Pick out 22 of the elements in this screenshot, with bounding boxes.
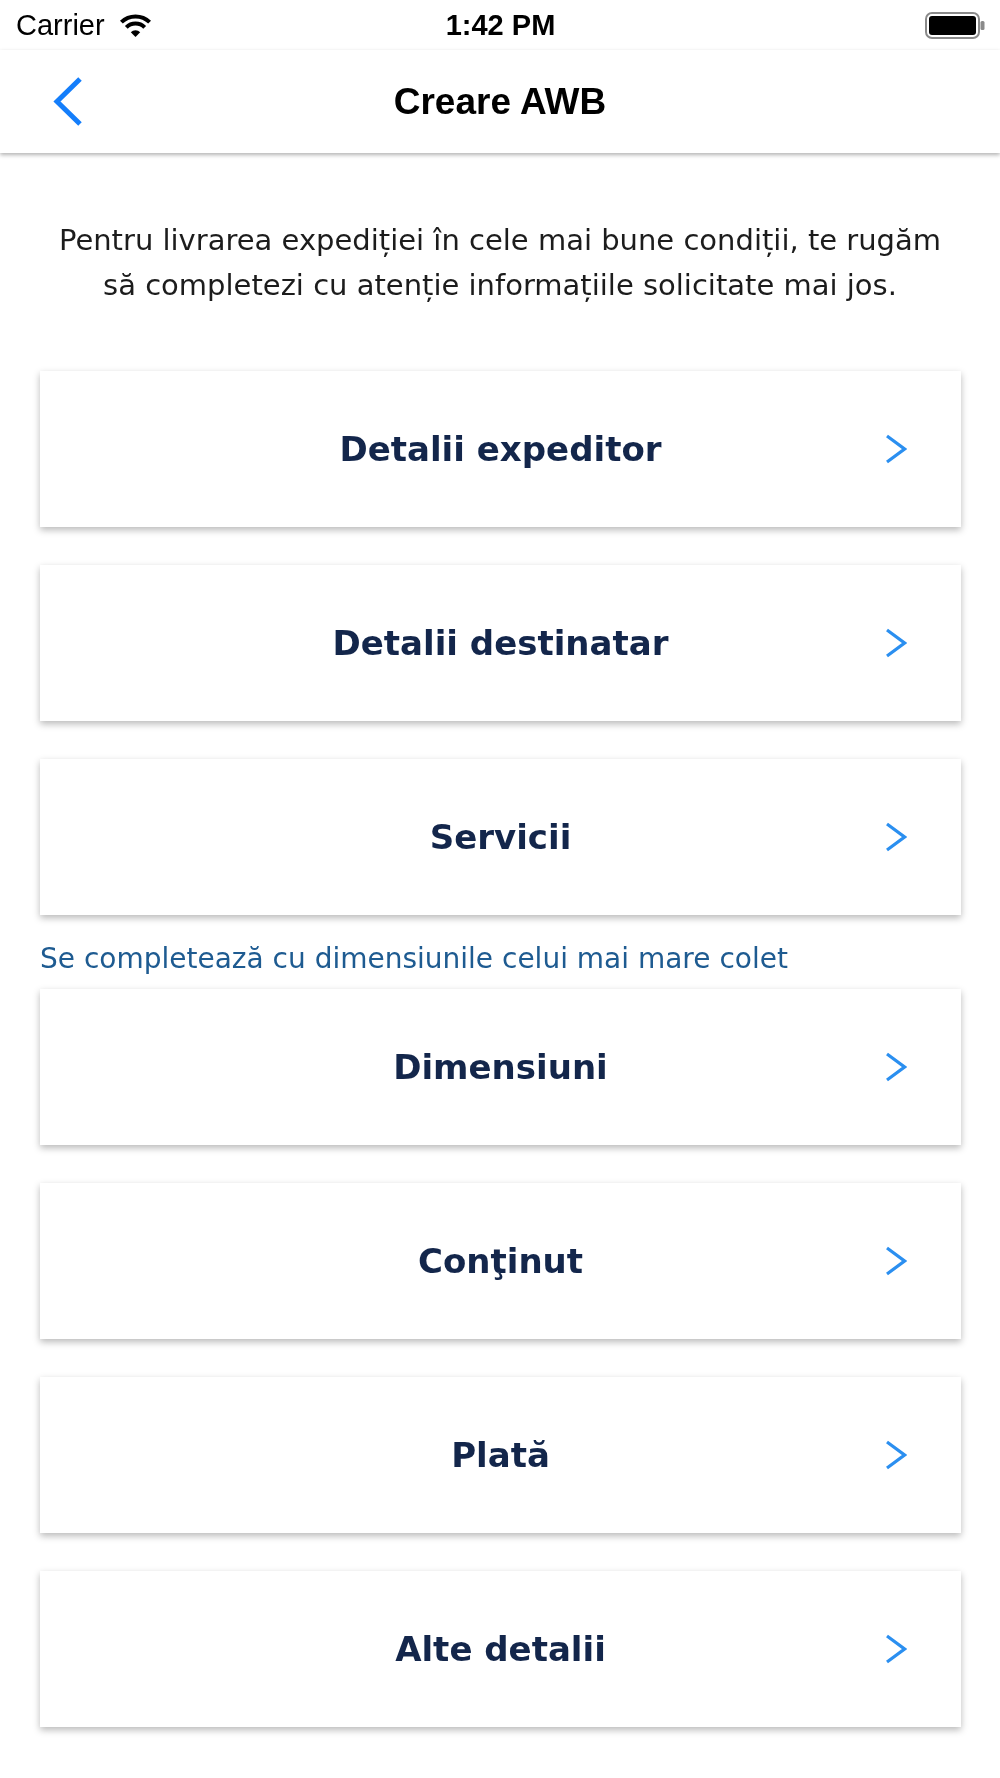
chevron-icon xyxy=(885,822,907,852)
hint-text: Se completează cu dimensiunile celui mai mare colet xyxy=(40,941,789,977)
chevron-icon xyxy=(885,434,907,464)
section-card[interactable]: Conţinut xyxy=(40,1183,961,1339)
section-card[interactable]: Alte detalii xyxy=(40,1571,961,1727)
chevron-icon xyxy=(885,1246,907,1276)
section-card[interactable]: Plată xyxy=(40,1377,961,1533)
chevron-icon xyxy=(885,628,907,658)
section-card[interactable]: Detalii expeditor xyxy=(40,371,961,527)
chevron-icon xyxy=(885,1440,907,1470)
intro-text: Pentru livrarea expediției în cele mai bune condiții, te rugăm să completezi cu atenție informațiile solicitate mai jos. xyxy=(57,222,943,304)
screen-title: Creare AWB xyxy=(393,79,607,124)
time-label: 1:42 PM xyxy=(445,8,556,42)
section-card[interactable]: Detalii destinatar xyxy=(40,565,961,721)
chevron-icon xyxy=(885,1052,907,1082)
battery-icon xyxy=(925,11,985,39)
chevron-icon xyxy=(885,1634,907,1664)
carrier-label: Carrier xyxy=(16,8,105,42)
section-card[interactable]: Servicii xyxy=(40,759,961,915)
wifi-icon xyxy=(118,13,152,37)
back-icon[interactable] xyxy=(52,76,84,127)
section-card[interactable]: Dimensiuni xyxy=(40,989,961,1145)
